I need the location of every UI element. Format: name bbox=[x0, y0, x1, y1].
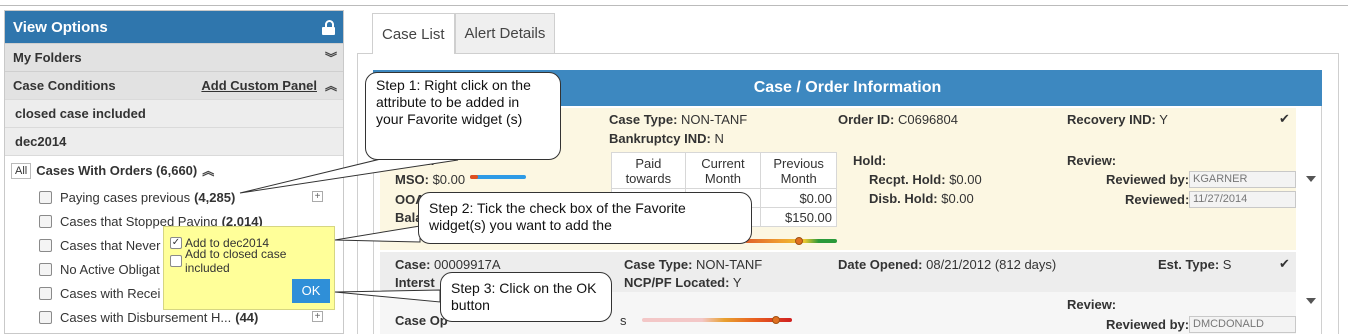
checkmark-icon: ✔ bbox=[1279, 256, 1290, 271]
my-folders-section[interactable]: My Folders ︾ bbox=[5, 43, 343, 71]
mso-progress-fill bbox=[470, 175, 478, 179]
favorite-option-closed-case[interactable]: Add to closed case included bbox=[164, 247, 334, 275]
item-checkbox[interactable] bbox=[39, 262, 52, 276]
cases-with-orders-label: Cases With Orders (6,660) bbox=[36, 163, 198, 178]
group-dec2014[interactable]: dec2014 bbox=[5, 127, 343, 155]
plus-box-icon[interactable]: + bbox=[312, 311, 323, 322]
interstate-label: Interst bbox=[395, 275, 435, 290]
table-header-row: Paid towards Current Month Previous Mont… bbox=[611, 152, 837, 189]
item-label: Cases with Disbursement H... bbox=[60, 309, 232, 325]
case-conditions-label: Case Conditions bbox=[13, 78, 116, 93]
reviewed-by-field: DMCDONALD bbox=[1189, 316, 1296, 333]
reviewed-date-field: 11/27/2014 bbox=[1189, 191, 1296, 208]
step1-callout: Step 1: Right click on the attribute to … bbox=[365, 72, 561, 160]
list-item[interactable]: Paying cases previous (4,285) + bbox=[5, 185, 343, 209]
caret-down-icon[interactable] bbox=[1306, 176, 1316, 182]
case-conditions-section: Case Conditions Add Custom Panel ︽ bbox=[5, 71, 343, 99]
table-cell: $150.00 bbox=[760, 207, 837, 227]
step2-callout: Step 2: Tick the check box of the Favori… bbox=[418, 192, 752, 244]
tab-alert-details[interactable]: Alert Details bbox=[454, 13, 556, 53]
item-count: (4,285) bbox=[194, 189, 236, 205]
reviewed-date-label: Reviewed: bbox=[1125, 192, 1190, 207]
item-checkbox[interactable] bbox=[39, 310, 52, 324]
case-op-label: Case Op bbox=[395, 313, 448, 328]
order-id-field: Order ID: C0696804 bbox=[838, 112, 958, 127]
item-label: Paying cases previous bbox=[60, 189, 191, 205]
favorite-option-label: Add to closed case included bbox=[185, 247, 287, 275]
view-options-header: View Options bbox=[5, 11, 343, 43]
item-checkbox[interactable] bbox=[39, 190, 52, 204]
payment-status-marker bbox=[795, 237, 803, 245]
double-chevron-up-icon[interactable]: ︽ bbox=[202, 162, 214, 179]
item-checkbox[interactable] bbox=[39, 214, 52, 228]
case-number-field: Case: 00009917A bbox=[395, 257, 501, 272]
payment-status-bar bbox=[745, 239, 837, 243]
review-label: Review: bbox=[1067, 297, 1117, 312]
item-label: No Active Obligat bbox=[60, 261, 160, 277]
unlock-icon[interactable] bbox=[322, 19, 335, 35]
review-label: Review: bbox=[1067, 153, 1117, 168]
date-opened-field: Date Opened: 08/21/2012 (812 days) bbox=[838, 257, 1057, 272]
all-button[interactable]: All bbox=[11, 162, 32, 179]
table-cell: $0.00 bbox=[760, 188, 837, 208]
item-checkbox[interactable] bbox=[39, 286, 52, 300]
favorite-checkbox-checked[interactable]: ✓ bbox=[170, 237, 182, 249]
view-options-title: View Options bbox=[13, 18, 108, 36]
case-op-status-bar bbox=[642, 318, 792, 322]
plus-box-icon[interactable]: + bbox=[312, 191, 323, 202]
top-divider bbox=[0, 5, 1348, 6]
column-header: Current Month bbox=[684, 152, 762, 189]
est-type-field: Est. Type: S bbox=[1158, 257, 1232, 272]
add-to-favorites-popup: ✓ Add to dec2014 Add to closed case incl… bbox=[163, 226, 335, 310]
ncp-located-field: NCP/PF Located: Y bbox=[624, 275, 742, 290]
recpt-hold-field: Recpt. Hold: $0.00 bbox=[869, 172, 982, 187]
hold-label: Hold: bbox=[853, 153, 887, 168]
disb-hold-field: Disb. Hold: $0.00 bbox=[869, 191, 974, 206]
column-header: Previous Month bbox=[760, 152, 837, 189]
double-chevron-down-icon[interactable]: ︾ bbox=[325, 49, 337, 66]
case-type-field: Case Type: NON-TANF bbox=[624, 257, 763, 272]
mso-field: MSO: $0.00 bbox=[395, 172, 466, 187]
reviewed-by-field: KGARNER bbox=[1189, 171, 1296, 188]
case-type-field: Case Type: NON-TANF bbox=[609, 112, 748, 127]
tab-bar: Case List Alert Details bbox=[372, 13, 556, 54]
item-label: Cases with Recei bbox=[60, 285, 161, 301]
reviewed-by-label: Reviewed by: bbox=[1106, 172, 1190, 187]
caret-down-icon[interactable] bbox=[1306, 298, 1316, 304]
cases-with-orders-header[interactable]: All Cases With Orders (6,660) ︽ bbox=[5, 155, 343, 185]
item-checkbox[interactable] bbox=[39, 238, 52, 252]
case-op-suffix: s bbox=[620, 313, 627, 328]
checkmark-icon: ✔ bbox=[1279, 111, 1290, 126]
favorite-checkbox[interactable] bbox=[170, 255, 182, 267]
column-header: Paid towards bbox=[611, 152, 686, 189]
group-closed-case-included[interactable]: closed case included bbox=[5, 99, 343, 127]
step3-callout: Step 3: Click on the OK button bbox=[440, 272, 612, 322]
bankruptcy-field: Bankruptcy IND: N bbox=[609, 131, 724, 146]
reviewed-by-label: Reviewed by: bbox=[1106, 317, 1190, 332]
double-chevron-up-icon[interactable]: ︽ bbox=[325, 77, 337, 94]
my-folders-label: My Folders bbox=[13, 50, 82, 65]
add-custom-panel-link[interactable]: Add Custom Panel bbox=[201, 78, 317, 93]
ok-button[interactable]: OK bbox=[292, 279, 330, 303]
tab-case-list[interactable]: Case List bbox=[372, 13, 455, 54]
item-label: Cases that Never bbox=[60, 237, 161, 253]
case-op-status-marker bbox=[772, 316, 780, 324]
mso-progress-bar bbox=[470, 175, 526, 179]
recovery-ind-field: Recovery IND: Y bbox=[1067, 112, 1168, 127]
item-count: (44) bbox=[235, 309, 259, 325]
